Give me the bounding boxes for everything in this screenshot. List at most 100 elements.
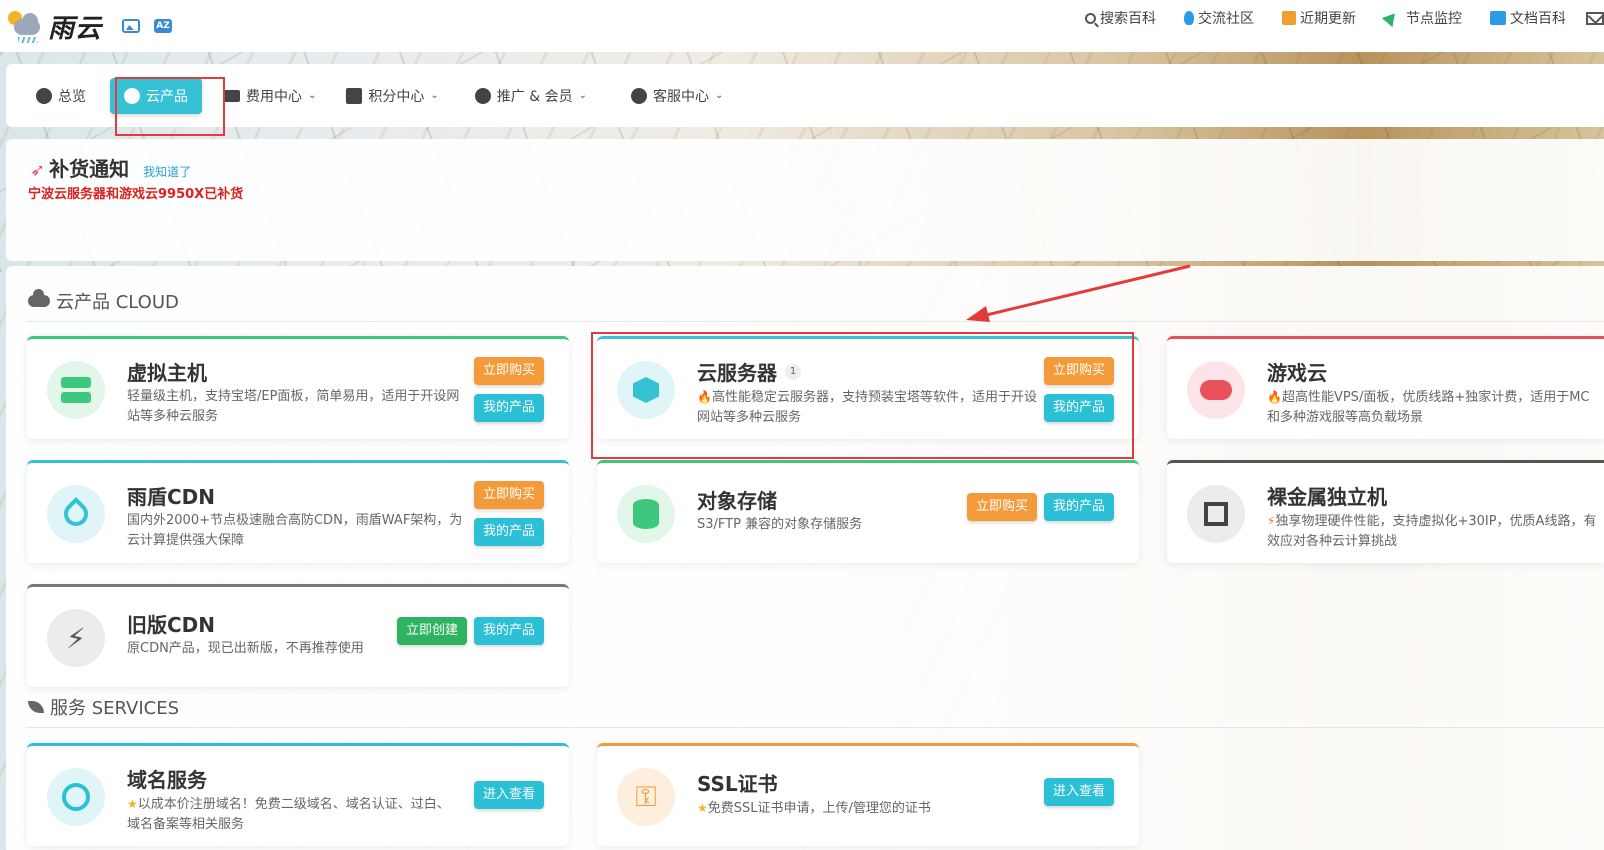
section-title-text: 云产品 CLOUD [56,292,179,313]
notice-header: ➶ 补货通知 我知道了 [30,153,191,182]
card-title: 裸金属独立机 [1267,485,1387,509]
buy-button[interactable]: 立即购买 [474,481,545,509]
top-nav: 搜索百科 交流社区 近期更新 节点监控 文档百科 [1057,0,1604,36]
divider [26,321,1604,322]
card-object-storage[interactable]: 对象存储 S3/FTP 兼容的对象存储服务 立即购买 我的产品 [597,460,1139,563]
notice-body: 宁波云服务器和游戏云9950X已补货 [28,187,244,202]
qq-icon [1184,11,1194,25]
book-icon [1490,11,1506,25]
top-bar: 雨云 AZ 搜索百科 交流社区 近期更新 节点监控 文档百科 [0,0,1604,52]
my-products-button[interactable]: 我的产品 [474,518,545,546]
topnav-label: 节点监控 [1406,11,1462,27]
enter-button[interactable]: 进入查看 [1044,778,1115,806]
cloud-icon [28,289,50,307]
nav-label: 客服中心 [653,88,709,105]
card-title: 虚拟主机 [127,361,207,385]
mail-icon[interactable] [1586,11,1604,25]
chevron-down-icon: ⌄ [715,90,724,101]
card-virtual-host[interactable]: 虚拟主机 轻量级主机，支持宝塔/EP面板，简单易用，适用于开设网站等多种云服务 … [27,336,569,439]
nav-billing[interactable]: 费用中心 ⌄ [214,78,326,114]
chevron-down-icon: ⌄ [308,90,317,101]
section-title-text: 服务 SERVICES [50,698,180,719]
card-title: SSL证书 [697,772,778,796]
nav-points[interactable]: 积分中心 ⌄ [336,78,448,114]
brand-name: 雨云 [48,13,103,44]
news-icon [1282,11,1296,25]
dismiss-link[interactable]: 我知道了 [143,163,191,180]
fire-icon: 🔥 [1267,390,1282,404]
topnav-monitor[interactable]: 节点监控 [1381,8,1462,28]
enter-button[interactable]: 进入查看 [474,781,545,809]
card-rain-cdn[interactable]: 雨盾CDN 国内外2000+节点极速融合高防CDN，雨盾WAF架构，为云计算提供… [27,460,569,563]
notice-title: 补货通知 [49,157,130,181]
create-button[interactable]: 立即创建 [397,617,468,645]
gift-icon [346,87,363,104]
logo[interactable]: 雨云 [6,7,102,45]
database-icon [617,485,675,543]
plane-icon [1381,8,1401,28]
users-icon [474,87,491,104]
star-icon: ★ [127,797,138,811]
rocket-icon: ➶ [30,160,46,181]
leaf-icon [28,701,44,713]
card-legacy-cdn[interactable]: ⚡ 旧版CDN 原CDN产品，现已出新版，不再推荐使用 立即创建 我的产品 [27,584,569,687]
topnav-label: 搜索百科 [1100,11,1156,27]
search-icon [1085,12,1096,24]
card-title: 雨盾CDN [127,485,216,509]
card-desc: ★以成本价注册域名！免费二级域名、域名认证、过白、域名备案等相关服务 [127,797,450,832]
topnav-updates[interactable]: 近期更新 [1282,8,1356,28]
topnav-label: 文档百科 [1510,11,1566,27]
annotation-arrow [966,264,1191,322]
card-ssl-certificate[interactable]: ⚿ SSL证书 ★免费SSL证书申请，上传/管理您的证书 进入查看 [597,743,1139,846]
chevron-down-icon: ⌄ [578,90,587,101]
cloud-section-title: 云产品 CLOUD [28,288,179,314]
buy-button[interactable]: 立即购买 [474,357,545,385]
card-domain-service[interactable]: 域名服务 ★以成本价注册域名！免费二级域名、域名认证、过白、域名备案等相关服务 … [27,743,569,846]
nav-overview[interactable]: 总览 [26,78,96,114]
nav-support[interactable]: 客服中心 ⌄ [621,78,733,114]
topnav-label: 近期更新 [1300,11,1356,27]
server-icon [47,361,105,419]
headset-icon [631,87,647,104]
money-icon [224,89,240,102]
card-title: 对象存储 [697,489,777,513]
card-desc: 🔥超高性能VPS/面板，优质线路+独家计费，适用于MC和多种游戏服等高负载场景 [1267,390,1590,425]
card-title: 游戏云 [1267,361,1327,385]
topnav-docs[interactable]: 文档百科 [1490,8,1566,28]
star-icon: ★ [697,801,708,815]
vector-square-icon [1187,485,1245,543]
card-title: 域名服务 [127,768,207,792]
restock-notice: ➶ 补货通知 我知道了 宁波云服务器和游戏云9950X已补货 [6,139,1604,261]
key-icon: ⚿ [617,768,675,826]
buy-button[interactable]: 立即购买 [967,493,1038,521]
gamepad-icon [1187,361,1245,419]
nav-label: 积分中心 [368,88,425,105]
nav-label: 总览 [58,88,86,105]
card-desc: 轻量级主机，支持宝塔/EP面板，简单易用，适用于开设网站等多种云服务 [127,389,460,424]
topnav-search[interactable]: 搜索百科 [1085,8,1156,28]
services-section-title: 服务 SERVICES [28,694,179,720]
highlight-box-nav [115,77,225,136]
my-products-button[interactable]: 我的产品 [1044,493,1115,521]
globe-icon [47,768,105,826]
highlight-box-cloud-server [591,332,1134,459]
my-products-button[interactable]: 我的产品 [474,617,545,645]
card-game-cloud[interactable]: 游戏云 🔥超高性能VPS/面板，优质线路+独家计费，适用于MC和多种游戏服等高负… [1167,336,1604,439]
logo-cloud-icon [6,7,46,45]
nav-affiliate[interactable]: 推广 & 会员 ⌄ [465,78,597,114]
nav-label: 推广 & 会员 [496,88,573,105]
topnav-community[interactable]: 交流社区 [1184,8,1254,28]
card-desc: ★免费SSL证书申请，上传/管理您的证书 [697,801,931,816]
image-icon[interactable] [122,19,141,33]
chevron-down-icon: ⌄ [430,90,439,101]
topnav-label: 交流社区 [1198,11,1254,27]
my-products-button[interactable]: 我的产品 [474,394,545,422]
main-nav: 总览 云产品 费用中心 ⌄ 积分中心 ⌄ 推广 & 会员 ⌄ 客服中心 ⌄ [6,64,1604,127]
card-desc: ⚡独享物理硬件性能，支持虚拟化+30IP，优质A线路，有效应对各种云计算挑战 [1267,514,1597,549]
card-desc: 国内外2000+节点极速融合高防CDN，雨盾WAF架构，为云计算提供强大保障 [127,513,463,548]
dashboard-icon [36,87,52,104]
bolt-icon: ⚡ [47,609,105,667]
card-bare-metal[interactable]: 裸金属独立机 ⚡独享物理硬件性能，支持虚拟化+30IP，优质A线路，有效应对各种… [1167,460,1604,563]
translate-icon[interactable]: AZ [154,19,173,33]
divider [26,727,1604,728]
